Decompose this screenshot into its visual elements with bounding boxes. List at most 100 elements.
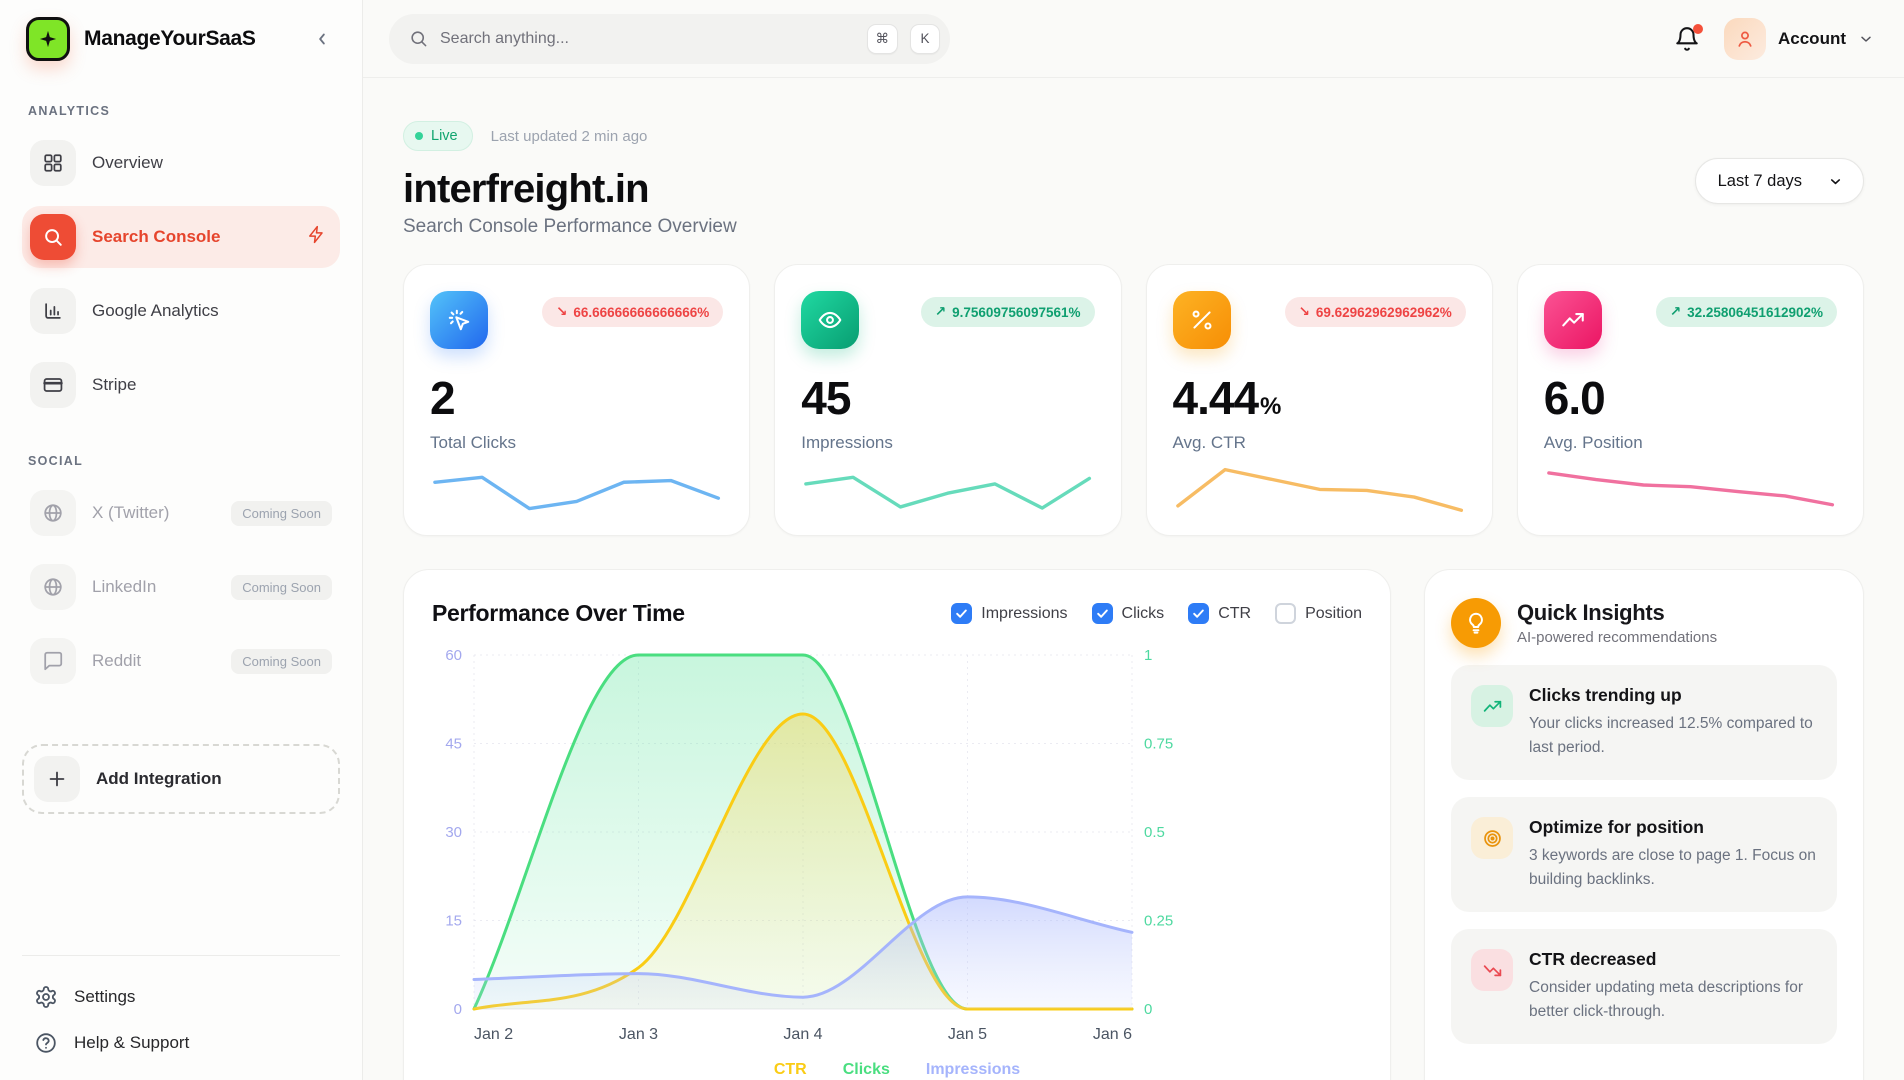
stat-value: 4.44% (1173, 371, 1466, 425)
topbar-right: Account (1674, 18, 1874, 60)
svg-text:Jan 3: Jan 3 (619, 1026, 658, 1043)
arrow-down-right-icon: ↘ (1299, 304, 1310, 320)
series-toggles: Impressions Clicks CTR (951, 603, 1362, 624)
legend-impressions[interactable]: Impressions (926, 1061, 1020, 1079)
sidebar-footer: Settings Help & Support (22, 955, 340, 1080)
sidebar-item-google-analytics[interactable]: Google Analytics (22, 280, 340, 342)
coming-soon-badge: Coming Soon (231, 649, 332, 674)
checkbox-icon (1188, 603, 1209, 624)
arrow-down-right-icon: ↘ (556, 304, 567, 320)
sidebar-item-help-support[interactable]: Help & Support (30, 1020, 332, 1066)
date-range-value: Last 7 days (1718, 172, 1802, 191)
page-title: interfreight.in (403, 164, 1864, 214)
toggle-impressions[interactable]: Impressions (951, 603, 1067, 624)
brand-name: ManageYourSaaS (84, 27, 294, 51)
credit-card-icon (30, 362, 76, 408)
stat-value: 2 (430, 371, 723, 425)
live-badge: Live (403, 121, 473, 151)
search-input[interactable] (440, 30, 855, 48)
percent-icon (1173, 291, 1231, 349)
sidebar-item-label: Stripe (92, 375, 332, 395)
sidebar-item-label: X (Twitter) (92, 503, 215, 523)
coming-soon-badge: Coming Soon (231, 501, 332, 526)
avg-position-sparkline (1544, 453, 1837, 517)
avg-ctr-sparkline (1173, 453, 1466, 517)
sidebar-item-linkedin[interactable]: LinkedIn Coming Soon (22, 556, 340, 618)
svg-text:0.25: 0.25 (1144, 913, 1173, 930)
legend-clicks[interactable]: Clicks (843, 1061, 890, 1079)
page-subtitle: Search Console Performance Overview (403, 216, 1864, 238)
insight-optimize-position: Optimize for position 3 keywords are clo… (1451, 797, 1837, 912)
meta-row: Live Last updated 2 min ago (403, 121, 1864, 151)
stat-label: Avg. CTR (1173, 433, 1466, 453)
gear-icon (34, 985, 58, 1009)
plus-icon (34, 756, 80, 802)
stat-card-avg-position: ↗ 32.25806451612902% 6.0 Avg. Position (1517, 264, 1864, 536)
charts-row: Performance Over Time Impressions Clicks (403, 569, 1864, 1080)
sidebar-item-label: LinkedIn (92, 577, 215, 597)
add-integration-button[interactable]: Add Integration (22, 744, 340, 814)
toggle-ctr[interactable]: CTR (1188, 603, 1251, 624)
grid-icon (30, 140, 76, 186)
stat-card-impressions: ↗ 9.75609756097561% 45 Impressions (774, 264, 1121, 536)
delta-badge: ↘ 66.66666666666666% (542, 297, 723, 327)
total-clicks-sparkline (430, 453, 723, 517)
sidebar-collapse-button[interactable] (308, 25, 336, 53)
main-column: ⌘ K Account (363, 0, 1904, 1080)
account-menu[interactable]: Account (1724, 18, 1874, 60)
toggle-position[interactable]: Position (1275, 603, 1362, 624)
global-search[interactable]: ⌘ K (389, 14, 950, 64)
stat-card-avg-ctr: ↘ 69.62962962962962% 4.44% Avg. CTR (1146, 264, 1493, 536)
stat-value: 45 (801, 371, 1094, 425)
svg-text:Jan 6: Jan 6 (1093, 1026, 1132, 1043)
impressions-sparkline (801, 453, 1094, 517)
sidebar-item-x-twitter[interactable]: X (Twitter) Coming Soon (22, 482, 340, 544)
delta-value: 9.75609756097561% (952, 305, 1080, 320)
legend-ctr[interactable]: CTR (774, 1061, 807, 1079)
quick-insights-panel: Quick Insights AI-powered recommendation… (1424, 569, 1864, 1080)
sidebar-item-search-console[interactable]: Search Console (22, 206, 340, 268)
globe-icon (30, 490, 76, 536)
svg-text:Jan 2: Jan 2 (474, 1026, 513, 1043)
trending-down-icon (1471, 949, 1513, 991)
svg-text:0.75: 0.75 (1144, 736, 1173, 753)
svg-text:Jan 4: Jan 4 (783, 1026, 822, 1043)
kbd-cmd: ⌘ (867, 24, 899, 54)
arrow-up-right-icon: ↗ (935, 304, 946, 320)
delta-badge: ↗ 9.75609756097561% (921, 297, 1095, 327)
user-icon (1734, 28, 1756, 50)
insights-title: Quick Insights (1517, 600, 1717, 626)
bar-chart-icon (30, 288, 76, 334)
toggle-clicks[interactable]: Clicks (1092, 603, 1165, 624)
coming-soon-badge: Coming Soon (231, 575, 332, 600)
arrow-up-right-icon: ↗ (1670, 304, 1681, 320)
last-updated: Last updated 2 min ago (491, 128, 648, 145)
delta-badge: ↘ 69.62962962962962% (1285, 297, 1466, 327)
brand-logo (26, 17, 70, 61)
sidebar-item-settings[interactable]: Settings (30, 974, 332, 1020)
message-square-icon (30, 638, 76, 684)
notifications-button[interactable] (1674, 26, 1700, 52)
delta-value: 66.66666666666666% (573, 305, 709, 320)
svg-text:30: 30 (445, 824, 462, 841)
sidebar-item-stripe[interactable]: Stripe (22, 354, 340, 416)
chevron-down-icon (1828, 174, 1843, 189)
sidebar-item-reddit[interactable]: Reddit Coming Soon (22, 630, 340, 692)
date-range-select[interactable]: Last 7 days (1695, 158, 1864, 204)
stat-label: Avg. Position (1544, 433, 1837, 453)
sidebar-item-label: Google Analytics (92, 301, 332, 321)
app-root: ManageYourSaaS ANALYTICS Overview Search… (0, 0, 1904, 1080)
insights-subtitle: AI-powered recommendations (1517, 629, 1717, 646)
performance-panel: Performance Over Time Impressions Clicks (403, 569, 1391, 1080)
sidebar: ManageYourSaaS ANALYTICS Overview Search… (0, 0, 363, 1080)
main-content: Live Last updated 2 min ago interfreight… (363, 78, 1904, 1080)
add-integration-label: Add Integration (96, 769, 222, 789)
sidebar-item-overview[interactable]: Overview (22, 132, 340, 194)
topbar: ⌘ K Account (363, 0, 1904, 78)
performance-chart: 01530456000.250.50.751Jan 2Jan 3Jan 4Jan… (432, 641, 1272, 1053)
cursor-click-icon (430, 291, 488, 349)
zap-icon (307, 225, 326, 249)
svg-text:0: 0 (1144, 1001, 1152, 1018)
chart-legend: CTR Clicks Impressions (432, 1061, 1362, 1079)
target-icon (1471, 817, 1513, 859)
